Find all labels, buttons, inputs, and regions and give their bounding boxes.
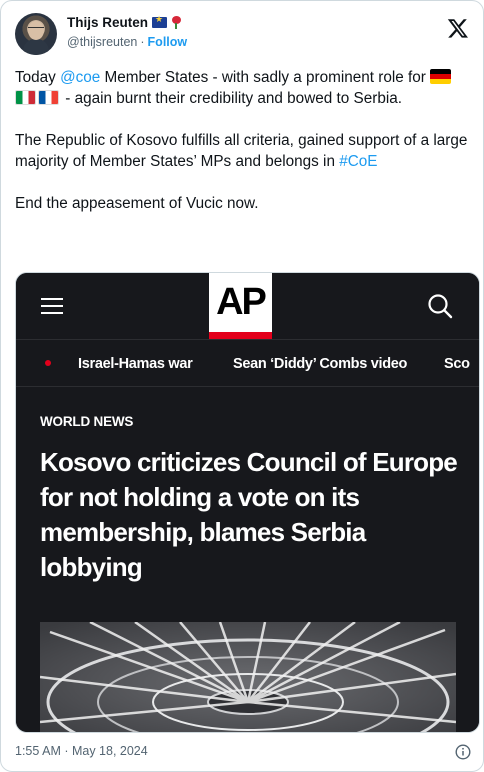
- separator-dot: ·: [140, 35, 145, 49]
- ceiling-photo-image: [40, 622, 456, 732]
- tweet-paragraph-2: The Republic of Kosovo fulfills all crit…: [15, 130, 475, 172]
- link-preview-card[interactable]: AP Israel-Hamas war Sean ‘Diddy’ Combs v…: [15, 272, 480, 733]
- follow-button[interactable]: Follow: [148, 35, 188, 49]
- avatar[interactable]: [15, 13, 57, 55]
- de-flag-icon: [430, 69, 452, 84]
- ap-nav-bar: Israel-Hamas war Sean ‘Diddy’ Combs vide…: [16, 339, 479, 387]
- tweet-footer: 1:55 AM · May 18, 2024: [15, 744, 471, 764]
- article-photo: [40, 622, 456, 732]
- text-fragment: Today: [15, 69, 61, 86]
- section-label: WORLD NEWS: [40, 414, 134, 429]
- nav-item-truncated: Sco: [444, 356, 470, 372]
- search-icon: [428, 294, 453, 319]
- tweet-text: Today @coe Member States - with sadly a …: [15, 67, 475, 235]
- tweet-timestamp[interactable]: 1:55 AM · May 18, 2024: [15, 744, 148, 758]
- mention-link[interactable]: @coe: [60, 69, 100, 86]
- x-logo-icon[interactable]: [447, 17, 469, 39]
- info-icon[interactable]: [455, 744, 471, 760]
- ap-logo-text: AP: [216, 281, 267, 323]
- ap-header: AP: [16, 273, 479, 339]
- live-dot-icon: [45, 360, 51, 366]
- text-fragment: - again burnt their credibility and bowe…: [61, 90, 402, 107]
- ap-logo: AP: [209, 273, 272, 339]
- it-flag-icon: [15, 90, 36, 105]
- fr-flag-icon: [38, 90, 59, 105]
- hashtag-link[interactable]: #CoE: [339, 153, 377, 170]
- nav-item-israel-hamas: Israel-Hamas war: [78, 356, 193, 372]
- tweet-paragraph-3: End the appeasement of Vucic now.: [15, 195, 259, 212]
- menu-icon: [41, 298, 63, 314]
- rose-icon: [171, 16, 182, 29]
- text-fragment: Member States - with sadly a prominent r…: [100, 69, 431, 86]
- author-name-row[interactable]: Thijs Reuten: [67, 14, 187, 30]
- tweet-paragraph-1: Today @coe Member States - with sadly a …: [15, 67, 475, 109]
- author-info: Thijs Reuten @thijsreuten · Follow: [67, 14, 187, 49]
- author-handle[interactable]: @thijsreuten: [67, 35, 137, 49]
- eu-flag-icon: [152, 14, 168, 28]
- tweet-header: Thijs Reuten @thijsreuten · Follow: [15, 13, 471, 59]
- article-headline: Kosovo criticizes Council of Europe for …: [40, 447, 458, 582]
- ap-article: WORLD NEWS Kosovo criticizes Council of …: [16, 387, 479, 732]
- text-fragment: The Republic of Kosovo fulfills all crit…: [15, 132, 468, 170]
- author-display-name[interactable]: Thijs Reuten: [67, 15, 148, 30]
- nav-item-diddy: Sean ‘Diddy’ Combs video: [233, 356, 408, 372]
- tweet-card: Thijs Reuten @thijsreuten · Follow Today…: [0, 0, 484, 772]
- handle-row: @thijsreuten · Follow: [67, 35, 187, 49]
